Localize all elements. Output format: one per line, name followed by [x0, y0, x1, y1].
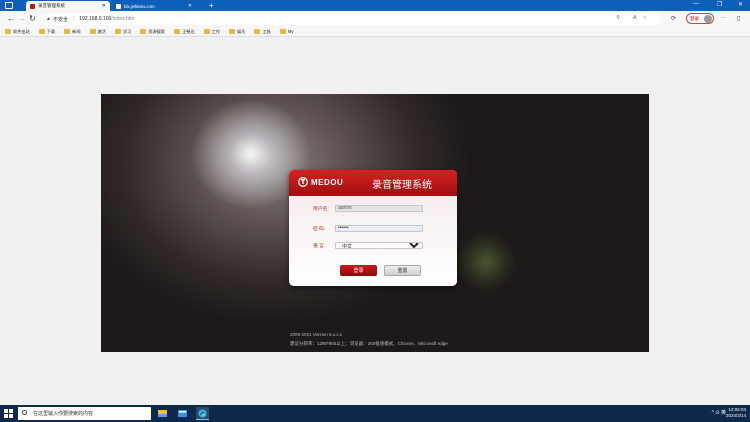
login-form: 用户名: 密 码: 语 言: 中文 登录 重置 [289, 196, 457, 286]
bookmark-label: 软件出站 [13, 28, 30, 34]
clock[interactable]: 12:05:03 2024/3/14 [726, 407, 746, 419]
username-label: 用户名: [313, 206, 329, 212]
profile-login-label: 登录 [690, 15, 699, 21]
bookmark-label: My [287, 29, 294, 34]
brand-name: MEDOU [311, 177, 344, 187]
refresh-icon[interactable]: ↻ [29, 14, 36, 23]
url-host: 192.168.0.100 [79, 16, 112, 22]
reset-button[interactable]: 重置 [384, 265, 421, 276]
close-tab-icon[interactable]: ✕ [188, 3, 192, 9]
avatar [704, 15, 712, 23]
language-select[interactable]: 中文 [335, 241, 423, 249]
separator: | [72, 16, 75, 22]
bookmark-item[interactable]: 王畅达 [174, 29, 195, 35]
start-windows-icon[interactable] [4, 409, 13, 418]
bookmark-item[interactable]: My [279, 29, 294, 34]
password-label: 密 码: [313, 226, 326, 232]
forward-icon[interactable]: → [18, 14, 26, 23]
minimize-icon[interactable]: — [693, 1, 699, 7]
bookmark-item[interactable]: 工具 [254, 28, 271, 35]
close-window-icon[interactable]: ✕ [738, 1, 743, 8]
url-path: /index.htm [111, 16, 135, 22]
requirements-text: 建议分辨率：1280*960以上；浏览器：360极速模式、Chrome、Micr… [290, 341, 448, 346]
folder-icon [114, 29, 121, 34]
password-row: 密 码: [313, 224, 423, 232]
bookmark-item[interactable]: 工作 [203, 28, 221, 35]
login-button[interactable]: 登录 [340, 265, 377, 276]
tab-active[interactable]: 录音管理系统 ✕ [26, 1, 110, 11]
site-favicon-icon [116, 3, 121, 9]
login-dialog: MEDOU 录音管理系统 用户名: 密 码: 语 言: 中文 [289, 170, 457, 286]
folder-icon [89, 29, 96, 34]
bookmark-label: 王畅达 [182, 28, 195, 34]
tab-inactive[interactable]: blx.jelliedu.com ✕ [112, 1, 196, 11]
tray-icons[interactable]: ^ ⊙ 英 [712, 409, 726, 416]
bookmark-label: 资源搜索 [148, 28, 166, 34]
address-bar-row: ← → ↻ ▲ 不安全 | 192.168.0.100 /index.htm ⚲… [0, 11, 750, 27]
system-tray[interactable]: ^ ⊙ 英 [712, 409, 726, 416]
folder-icon [254, 29, 261, 34]
language-label: 语 言: [313, 243, 326, 249]
url-action-icons[interactable]: ⚲ A☆ [616, 15, 653, 21]
task-view-icon[interactable] [156, 407, 169, 420]
bookmark-item[interactable]: 新闻 [64, 28, 81, 35]
taskbar: 在这里输入你要搜索的内容 ^ ⊙ 英 12:05:03 2024/3/14 [0, 405, 750, 422]
bookmark-label: 学习 [122, 28, 132, 34]
bookmark-item[interactable]: 下载 [38, 28, 56, 35]
password-input[interactable] [335, 224, 423, 232]
taskbar-search[interactable]: 在这里输入你要搜索的内容 [18, 407, 151, 420]
file-explorer-icon[interactable] [176, 407, 189, 420]
more-icon[interactable]: ··· [720, 15, 726, 21]
bookmark-item[interactable]: 学习 [114, 28, 132, 35]
folder-icon [229, 29, 236, 34]
edge-browser-icon[interactable] [196, 407, 209, 420]
bookmark-label: 下载 [46, 28, 56, 34]
tab-title: 录音管理系统 [38, 3, 65, 8]
browser-tab-strip: 录音管理系统 ✕ blx.jelliedu.com ✕ + — ❐ ✕ [0, 0, 750, 11]
bookmarks-bar: 软件出站 下载 新闻 激活 学习 资源搜索 王畅达 工作 娱乐 工具 My [0, 27, 750, 37]
login-hero-background: MEDOU 录音管理系统 用户名: 密 码: 语 言: 中文 [101, 94, 649, 352]
security-label: 不安全 [52, 16, 68, 23]
medou-logo-icon [298, 177, 308, 187]
page-content: MEDOU 录音管理系统 用户名: 密 码: 语 言: 中文 [0, 38, 750, 405]
bookmark-label: 工具 [262, 28, 271, 34]
language-row: 语 言: 中文 [313, 241, 423, 249]
folder-icon [64, 29, 71, 34]
username-input[interactable] [335, 204, 423, 212]
brand-logo: MEDOU [298, 177, 343, 187]
folder-icon [140, 29, 147, 34]
new-tab-button[interactable]: + [209, 1, 214, 11]
refresh-ext-icon[interactable]: ⟳ [671, 15, 676, 22]
folder-icon [279, 29, 286, 34]
url-field[interactable]: ▲ 不安全 | 192.168.0.100 /index.htm ⚲ A☆ [41, 13, 661, 25]
back-icon[interactable]: ← [7, 14, 15, 23]
bookmark-item[interactable]: 激活 [89, 28, 106, 35]
username-row: 用户名: [313, 204, 423, 212]
clock-date: 2024/3/14 [725, 413, 746, 418]
tab-title: blx.jelliedu.com [124, 3, 155, 9]
bookmark-label: 工作 [211, 28, 221, 34]
bookmark-item[interactable]: 软件出站 [5, 29, 30, 35]
tab-actions-icon[interactable] [5, 2, 13, 9]
folder-icon [174, 29, 181, 34]
copyright-text: 2009-2021 Version 5.x.x.x [290, 332, 343, 337]
maximize-icon[interactable]: ❐ [717, 1, 722, 8]
folder-icon [203, 29, 210, 34]
login-dialog-header: MEDOU 录音管理系统 [289, 170, 457, 196]
sidebar-icon[interactable]: ▯ [737, 15, 740, 22]
system-title: 录音管理系统 [372, 180, 432, 191]
folder-icon [5, 29, 11, 34]
bookmark-item[interactable]: 娱乐 [229, 29, 245, 35]
bookmark-label: 激活 [97, 28, 106, 34]
bookmark-item[interactable]: 资源搜索 [140, 29, 165, 35]
search-placeholder: 在这里输入你要搜索的内容 [33, 411, 94, 417]
site-favicon-icon [30, 3, 35, 9]
close-tab-icon[interactable]: ✕ [102, 3, 106, 9]
bookmark-label: 娱乐 [237, 28, 246, 34]
profile-login-button[interactable]: 登录 [686, 13, 714, 24]
search-icon [22, 410, 27, 415]
bookmark-label: 新闻 [72, 28, 81, 34]
folder-icon [38, 29, 45, 34]
warning-icon: ▲ [46, 16, 51, 22]
